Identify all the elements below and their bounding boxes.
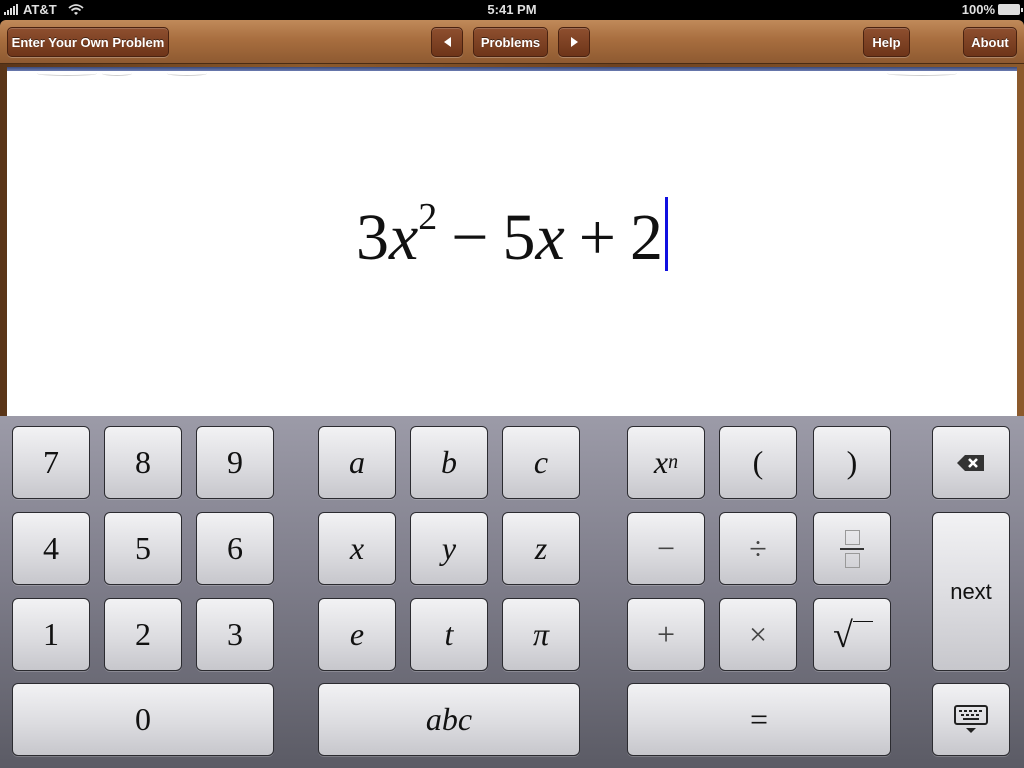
constant: 2 <box>630 201 664 274</box>
paper-tear <box>37 71 97 76</box>
key-divide[interactable]: ÷ <box>719 512 797 585</box>
power-exponent: n <box>668 451 679 473</box>
enter-own-problem-label: Enter Your Own Problem <box>11 34 165 50</box>
key-a[interactable]: a <box>318 426 396 499</box>
previous-problem-button[interactable] <box>431 27 463 57</box>
key-y[interactable]: y <box>410 512 488 585</box>
paper-top-edge <box>7 67 1017 71</box>
key-x[interactable]: x <box>318 512 396 585</box>
about-label: About <box>971 34 1009 50</box>
paper-tear <box>887 71 957 76</box>
expression-editor[interactable]: 3x2−5x +2 <box>7 67 1017 416</box>
paper-tear <box>102 71 132 76</box>
key-0[interactable]: 0 <box>12 683 274 756</box>
key-times[interactable]: × <box>719 598 797 671</box>
key-plus[interactable]: + <box>627 598 705 671</box>
variable: x <box>535 201 565 274</box>
problems-label: Problems <box>480 34 541 50</box>
sqrt-icon: √ <box>833 614 873 656</box>
math-expression: 3x2−5x +2 <box>7 197 1017 276</box>
keyboard-hide-icon <box>954 704 988 733</box>
power-base: x <box>653 444 669 480</box>
help-label: Help <box>872 34 901 50</box>
battery-percent: 100% <box>961 2 995 17</box>
text-caret <box>665 197 669 271</box>
key-3[interactable]: 3 <box>196 598 274 671</box>
next-label: next <box>950 578 992 604</box>
battery-icon <box>998 4 1023 15</box>
key-2[interactable]: 2 <box>104 598 182 671</box>
paper-tear <box>167 71 207 76</box>
clock: 5:41 PM <box>487 2 537 17</box>
key-z[interactable]: z <box>502 512 580 585</box>
next-button[interactable]: next <box>932 512 1010 671</box>
variable: x <box>388 201 419 274</box>
next-problem-button[interactable] <box>558 27 590 57</box>
key-c[interactable]: c <box>502 426 580 499</box>
operator-minus: − <box>451 201 489 274</box>
key-right-paren[interactable]: ) <box>813 426 891 499</box>
fraction-icon <box>840 529 864 568</box>
wood-frame: 3x2−5x +2 <box>0 64 1024 416</box>
key-1[interactable]: 1 <box>12 598 90 671</box>
key-minus[interactable]: − <box>627 512 705 585</box>
toolbar: Enter Your Own Problem Problems Help Abo… <box>0 20 1024 64</box>
key-e[interactable]: e <box>318 598 396 671</box>
key-power[interactable]: xn <box>627 426 705 499</box>
key-4[interactable]: 4 <box>12 512 90 585</box>
key-pi[interactable]: π <box>502 598 580 671</box>
enter-own-problem-button[interactable]: Enter Your Own Problem <box>7 27 169 57</box>
key-8[interactable]: 8 <box>104 426 182 499</box>
math-keypad: 7 8 9 a b c xn ( ) 4 5 6 x y z − ÷ next … <box>0 416 1024 768</box>
help-button[interactable]: Help <box>863 27 910 57</box>
key-sqrt[interactable]: √ <box>813 598 891 671</box>
hide-keyboard-button[interactable] <box>932 683 1010 756</box>
problems-button[interactable]: Problems <box>473 27 548 57</box>
backspace-icon <box>957 454 984 471</box>
about-button[interactable]: About <box>963 27 1017 57</box>
key-b[interactable]: b <box>410 426 488 499</box>
key-fraction[interactable] <box>813 512 891 585</box>
exponent: 2 <box>418 196 438 238</box>
coefficient: 3 <box>355 201 389 274</box>
key-7[interactable]: 7 <box>12 426 90 499</box>
status-bar: AT&T 5:41 PM 100% <box>0 0 1024 20</box>
triangle-right-icon <box>570 37 578 47</box>
key-t[interactable]: t <box>410 598 488 671</box>
operator-plus: + <box>578 201 617 274</box>
coefficient: 5 <box>502 201 536 274</box>
key-abc[interactable]: abc <box>318 683 580 756</box>
key-5[interactable]: 5 <box>104 512 182 585</box>
triangle-left-icon <box>443 37 451 47</box>
key-left-paren[interactable]: ( <box>719 426 797 499</box>
key-9[interactable]: 9 <box>196 426 274 499</box>
key-6[interactable]: 6 <box>196 512 274 585</box>
key-backspace[interactable] <box>932 426 1010 499</box>
key-equals[interactable]: = <box>627 683 891 756</box>
